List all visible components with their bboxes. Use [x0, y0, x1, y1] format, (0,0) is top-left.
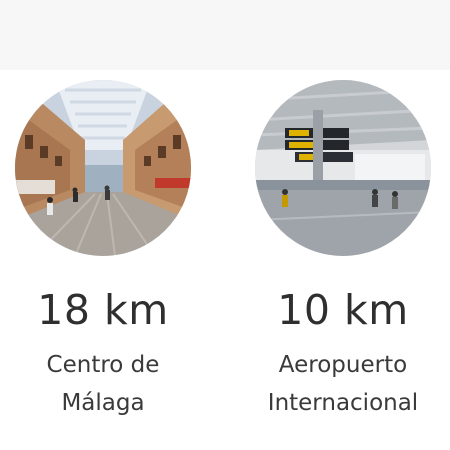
destination-name-line1: Centro de — [46, 352, 160, 378]
destination-name: Aeropuerto Internacional — [248, 346, 438, 422]
destination-card-aeropuerto[interactable]: 10 km Aeropuerto Internacional — [248, 80, 438, 422]
street-photo — [15, 80, 191, 256]
distance-value: 18 km — [37, 286, 169, 334]
destination-card-centro[interactable]: 18 km Centro de Málaga — [8, 80, 198, 422]
distance-value: 10 km — [277, 286, 409, 334]
destination-name-line2: Internacional — [267, 390, 419, 416]
destination-name: Centro de Málaga — [8, 346, 198, 422]
destination-name-line2: Málaga — [61, 390, 145, 416]
header-band — [0, 0, 450, 70]
destination-name-line1: Aeropuerto — [278, 352, 408, 378]
airport-terminal-photo — [255, 80, 431, 256]
